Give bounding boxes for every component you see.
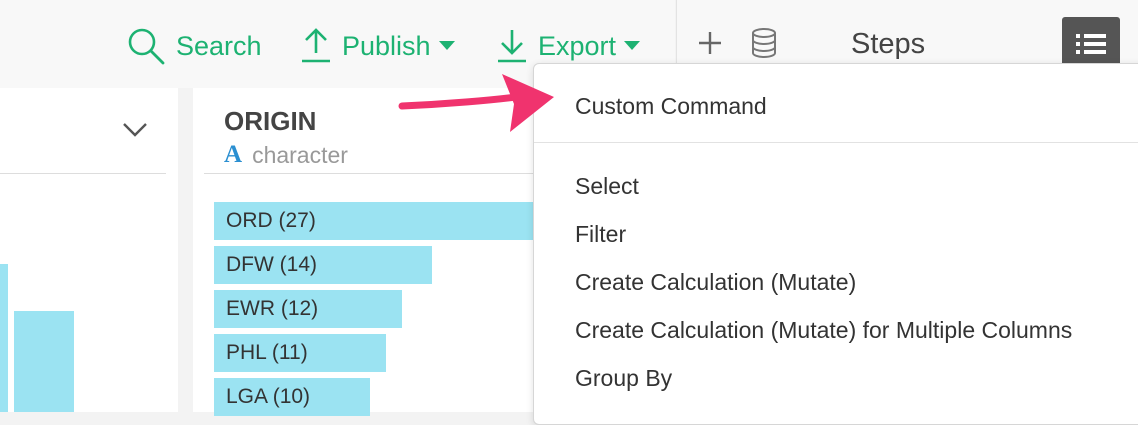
plus-icon[interactable]: [697, 30, 723, 56]
menu-item-mutate-multiple[interactable]: Create Calculation (Mutate) for Multiple…: [575, 317, 1072, 344]
value-bar-label: ORD (27): [226, 209, 316, 232]
value-bar-label: LGA (10): [226, 385, 311, 408]
list-icon: [1076, 34, 1106, 54]
caret-down-icon: [624, 41, 641, 50]
upload-icon: [302, 28, 330, 63]
menu-item-custom-command[interactable]: Custom Command: [575, 93, 767, 120]
download-icon: [498, 30, 526, 63]
menu-item-mutate[interactable]: Create Calculation (Mutate): [575, 269, 856, 296]
column-card-previous: [0, 88, 178, 412]
menu-item-filter[interactable]: Filter: [575, 221, 626, 248]
column-name[interactable]: ORIGIN: [224, 106, 316, 137]
column-type-label: character: [252, 141, 348, 168]
value-bar[interactable]: DFW (14): [214, 246, 432, 284]
value-bar[interactable]: EWR (12): [214, 290, 402, 328]
value-bar-label: PHL (11): [226, 341, 308, 364]
divider: [0, 173, 166, 174]
divider: [204, 173, 564, 174]
menu-divider: [534, 142, 1138, 143]
add-step-menu: Custom Command Select Filter Create Calc…: [533, 63, 1138, 425]
histogram-bar: [0, 264, 8, 412]
search-button[interactable]: Search: [126, 22, 262, 70]
search-icon: [128, 28, 165, 65]
value-bar[interactable]: ORD (27): [214, 202, 544, 240]
menu-item-select[interactable]: Select: [575, 173, 639, 200]
value-bar[interactable]: PHL (11): [214, 334, 386, 372]
character-type-icon: A: [224, 141, 243, 168]
annotation-arrow-icon: [398, 74, 554, 132]
database-icon[interactable]: [751, 28, 777, 58]
value-bar-label: EWR (12): [226, 297, 319, 320]
caret-down-icon: [438, 41, 455, 50]
value-bar-label: DFW (14): [226, 253, 317, 276]
publish-button[interactable]: Publish: [300, 22, 455, 70]
publish-label: Publish: [342, 30, 431, 61]
histogram-bar: [14, 311, 74, 412]
value-bar[interactable]: LGA (10): [214, 378, 370, 416]
chevron-down-icon[interactable]: [122, 122, 148, 138]
export-label: Export: [538, 30, 617, 61]
column-type: A character: [224, 141, 348, 169]
search-label: Search: [176, 30, 262, 61]
steps-title: Steps: [851, 28, 926, 60]
menu-item-group-by[interactable]: Group By: [575, 365, 672, 392]
